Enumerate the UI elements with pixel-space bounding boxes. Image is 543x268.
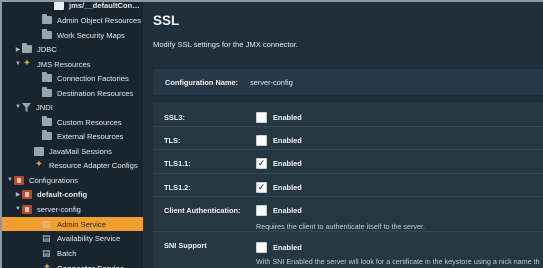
- row-divider: [153, 149, 543, 150]
- folder-icon: [42, 72, 52, 82]
- field-label: TLS1.2:: [164, 183, 191, 192]
- row-divider: [153, 173, 543, 174]
- tree-item-configurations[interactable]: ▼ Configurations: [2, 173, 143, 187]
- tree-item-destination-resources[interactable]: Destination Resources: [2, 86, 143, 100]
- service-icon: ▤: [42, 218, 51, 229]
- chevron-down-icon[interactable]: ▼: [14, 61, 22, 67]
- folder-icon: [42, 87, 52, 97]
- tree-item-label: server-config: [37, 204, 81, 214]
- field-label: TLS1.1:: [164, 159, 191, 168]
- tree-item-label: Batch: [57, 248, 77, 258]
- connection-factory-icon: [54, 2, 64, 10]
- client-authentication-checkbox[interactable]: [256, 205, 267, 216]
- field-help-text: Requires the client to authenticate itse…: [256, 222, 426, 231]
- tree-item-availability-service[interactable]: ▤ Availability Service: [2, 231, 143, 245]
- tree-item-jndi[interactable]: ▼ JNDI: [2, 100, 143, 114]
- sni-support-checkbox[interactable]: [256, 242, 267, 253]
- tree-item-default-config[interactable]: ▶ default-config: [2, 187, 143, 201]
- tree-item-label: JavaMail Sessions: [49, 146, 112, 156]
- tree-item-label: JNDI: [36, 102, 53, 112]
- folder-icon: [42, 130, 52, 140]
- chevron-down-icon[interactable]: ▼: [6, 177, 14, 183]
- configuration-name-box: Configuration Name: server-config: [153, 69, 543, 95]
- tree-item-javamail-sessions[interactable]: JavaMail Sessions: [2, 144, 143, 158]
- tree-item-label: Connector Service: [57, 263, 125, 268]
- tree-item-label: JMS Resources: [37, 59, 91, 69]
- tree-item-label: jms/__defaultConnectionFa: [69, 2, 143, 10]
- field-label: SSL3:: [164, 113, 185, 122]
- tree-item-jdbc[interactable]: ▶ JDBC: [2, 42, 143, 56]
- checkbox-label: Enabled: [273, 113, 302, 122]
- chevron-right-icon[interactable]: ▶: [14, 191, 22, 198]
- tree-item-server-config[interactable]: ▼ server-config: [2, 202, 143, 216]
- field-label: SNI Support: [164, 241, 207, 250]
- tree-item-label: Custom Resources: [57, 117, 122, 127]
- tree-item-work-security-maps[interactable]: Work Security Maps: [2, 28, 143, 42]
- checkbox-label: Enabled: [273, 243, 302, 252]
- checkbox-label: Enabled: [273, 136, 302, 145]
- tls-checkbox[interactable]: [256, 135, 267, 146]
- folder-icon: [42, 14, 52, 24]
- mail-session-icon: [34, 146, 44, 156]
- tree-item-label: JDBC: [37, 44, 57, 54]
- row-divider: [153, 196, 543, 197]
- page-title: SSL: [153, 13, 180, 28]
- configuration-icon: [22, 204, 32, 214]
- tree-item-label: Resource Adapter Configs: [49, 160, 138, 170]
- service-icon: ▤: [42, 232, 51, 243]
- tree-item-label: Destination Resources: [57, 88, 134, 98]
- configuration-icon: [14, 175, 24, 185]
- tree-item-label: External Resources: [57, 131, 124, 141]
- row-divider: [153, 231, 543, 232]
- field-label: Client Authentication:: [164, 206, 241, 215]
- checkbox-label: Enabled: [273, 183, 302, 192]
- navigation-tree: jms/__defaultConnectionFa Admin Object Re…: [2, 2, 143, 268]
- tree-item-label: Connection Factories: [57, 73, 129, 83]
- tree-item-admin-service[interactable]: ▤ Admin Service: [2, 217, 143, 231]
- chevron-down-icon[interactable]: ▼: [14, 104, 22, 110]
- tree-item-label: Configurations: [29, 175, 78, 185]
- tls1-2-checkbox[interactable]: ✓: [256, 182, 267, 193]
- ssl3-checkbox[interactable]: [256, 112, 267, 123]
- tree-item-label: default-config: [37, 189, 88, 199]
- resource-gear-icon: ✦: [22, 58, 32, 69]
- page-description: Modify SSL settings for the JMX connecto…: [153, 40, 298, 49]
- tree-item-label: Work Security Maps: [57, 30, 125, 40]
- resource-gear-icon: ✦: [34, 159, 44, 170]
- configuration-name-value: server-config: [250, 77, 293, 87]
- configuration-name-label: Configuration Name:: [165, 77, 239, 87]
- checkbox-label: Enabled: [273, 206, 302, 215]
- tree-item-jms-defaultconnectionfa[interactable]: jms/__defaultConnectionFa: [2, 2, 143, 12]
- folder-icon: [22, 43, 32, 53]
- tree-item-label: Admin Object Resources: [57, 15, 141, 25]
- tree-item-batch[interactable]: ▤ Batch: [2, 246, 143, 260]
- row-divider: [153, 126, 543, 127]
- field-label: TLS:: [164, 136, 181, 145]
- tree-item-label: Admin Service: [57, 219, 106, 229]
- folder-icon: [42, 116, 52, 126]
- tree-item-label: Availability Service: [57, 233, 121, 243]
- chevron-down-icon[interactable]: ▼: [14, 206, 22, 212]
- tree-item-resource-adapter-configs[interactable]: ✦ Resource Adapter Configs: [2, 158, 143, 172]
- service-icon: ▤: [42, 247, 51, 258]
- tree-item-admin-object-resources[interactable]: Admin Object Resources: [2, 13, 143, 27]
- folder-icon: [42, 29, 52, 39]
- resource-gear-icon: ✦: [42, 262, 52, 268]
- configuration-icon: [22, 189, 32, 199]
- field-help-text: With SNI Enabled the server will look fo…: [256, 257, 540, 266]
- checkbox-label: Enabled: [273, 159, 302, 168]
- tls1-1-checkbox[interactable]: ✓: [256, 158, 267, 169]
- tree-item-connector-service[interactable]: ✦ Connector Service: [2, 261, 143, 268]
- tree-item-custom-resources[interactable]: Custom Resources: [2, 115, 143, 129]
- tree-item-external-resources[interactable]: External Resources: [2, 129, 143, 143]
- ssl-settings-form: SSL3: Enabled TLS: Enabled TLS1.1: ✓ Enabled TL…: [153, 103, 543, 268]
- main-panel: SSL Modify SSL settings for the JMX conn…: [143, 2, 543, 268]
- funnel-icon: [22, 102, 31, 112]
- tree-item-connection-factories[interactable]: Connection Factories: [2, 71, 143, 85]
- chevron-right-icon[interactable]: ▶: [14, 46, 22, 53]
- tree-item-jms-resources[interactable]: ▼ ✦ JMS Resources: [2, 57, 143, 71]
